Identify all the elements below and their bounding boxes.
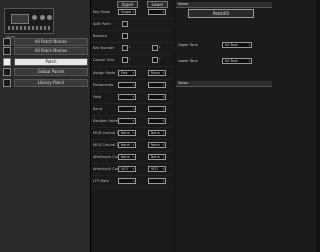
upper-select[interactable]: Norm — [118, 154, 136, 161]
patch-name-field[interactable]: Patch03 — [188, 9, 254, 18]
lower-select[interactable] — [148, 81, 166, 88]
param-label: Portamento — [93, 82, 114, 87]
upper-select[interactable] — [118, 81, 136, 88]
stepper-arrow-icon[interactable]: ▾ — [129, 45, 131, 49]
field-label: Upper Tone — [178, 43, 198, 47]
lower-value[interactable] — [152, 45, 158, 52]
row-divider — [91, 139, 174, 140]
column-header-lower: Lower — [147, 1, 168, 8]
upper-value[interactable] — [122, 57, 128, 64]
row-divider — [91, 78, 174, 80]
param-label: Key Mode — [93, 10, 110, 14]
nav-icon[interactable] — [3, 79, 11, 87]
row-divider — [91, 30, 174, 32]
lower-select[interactable]: Norm — [148, 142, 166, 149]
lower-select[interactable] — [148, 9, 166, 15]
lower-select[interactable]: Mono — [148, 69, 166, 76]
nav-item-patch[interactable]: Patch — [14, 58, 88, 66]
row-divider — [91, 54, 174, 56]
nav-item-library-patch[interactable]: Library Patch — [14, 79, 88, 87]
nav-item-all-patch-names[interactable]: All Patch Names — [14, 38, 88, 46]
row-divider — [91, 42, 174, 44]
param-label: MOD Control 1 — [93, 131, 119, 135]
upper-select[interactable] — [118, 178, 136, 185]
knob-icon — [47, 15, 52, 20]
param-label: Assign Mode — [93, 70, 116, 75]
row-divider — [91, 187, 174, 189]
upper-select[interactable] — [118, 105, 136, 112]
device-display — [11, 14, 29, 24]
lower-select[interactable]: Norm — [148, 154, 166, 161]
upper-value[interactable] — [122, 33, 128, 40]
param-label: Bend — [93, 106, 102, 111]
navigation-panel: SQ-80 All Patch Names All Patch Names Pa… — [0, 0, 91, 252]
nav-icon[interactable] — [3, 38, 11, 46]
upper-select[interactable]: Norm — [118, 142, 136, 149]
device-image[interactable] — [4, 8, 54, 34]
stepper-arrow-icon[interactable]: ▾ — [159, 45, 161, 49]
stepper-arrow-icon[interactable]: ▾ — [159, 57, 161, 61]
row-divider — [91, 126, 174, 128]
patch-settings-panel — [175, 0, 320, 252]
row-divider — [91, 163, 174, 165]
row-divider — [91, 151, 174, 153]
lower-value[interactable] — [152, 57, 158, 64]
lower-select[interactable] — [148, 93, 166, 100]
param-label: Balance — [93, 34, 107, 39]
lower-tone-select[interactable]: Int Tone — [222, 58, 252, 64]
tones-section-header: Tones — [176, 81, 272, 87]
upper-select[interactable]: Poly — [118, 69, 136, 76]
name-section-header: Name — [176, 2, 272, 8]
row-divider — [91, 114, 174, 116]
lower-select[interactable] — [148, 117, 166, 124]
upper-select[interactable] — [118, 117, 136, 124]
upper-select[interactable]: Single — [118, 9, 136, 15]
lower-select[interactable] — [148, 105, 166, 112]
upper-select[interactable]: Norm — [118, 130, 136, 136]
keyboard-strip — [8, 26, 50, 30]
knob-icon — [40, 15, 45, 20]
row-divider — [91, 175, 174, 177]
column-header-upper: Upper — [117, 1, 138, 8]
knob-icon — [32, 15, 37, 20]
nav-icon[interactable] — [3, 47, 11, 55]
field-label: Lower Tone — [178, 59, 198, 63]
param-label: LFO Rate — [93, 179, 109, 184]
param-label: Hold — [93, 94, 101, 99]
upper-select[interactable]: VCO — [118, 166, 136, 173]
nav-item-all-patch-names-2[interactable]: All Patch Names — [14, 47, 88, 55]
param-label: MOD Control 2 — [93, 143, 119, 148]
param-label: Coarse Tune — [93, 58, 115, 63]
nav-item-global-param[interactable]: Global Param — [14, 68, 88, 76]
param-label: Key Number — [93, 46, 115, 51]
nav-icon[interactable] — [3, 68, 11, 76]
scrollbar[interactable] — [314, 0, 320, 252]
nav-icon[interactable] — [3, 58, 11, 66]
row-divider — [91, 90, 174, 92]
stepper-arrow-icon[interactable]: ▾ — [129, 57, 131, 61]
row-divider — [91, 66, 174, 68]
upper-value[interactable] — [122, 21, 128, 28]
row-divider — [91, 18, 174, 19]
lower-select[interactable]: Norm — [148, 130, 166, 136]
upper-tone-select[interactable]: Int Tone — [222, 42, 252, 48]
lower-select[interactable]: VCO — [148, 166, 166, 173]
lower-select[interactable] — [148, 178, 166, 185]
row-divider — [91, 102, 174, 104]
upper-select[interactable] — [118, 93, 136, 100]
param-label: Split Point — [93, 22, 111, 27]
upper-value[interactable] — [122, 45, 128, 52]
